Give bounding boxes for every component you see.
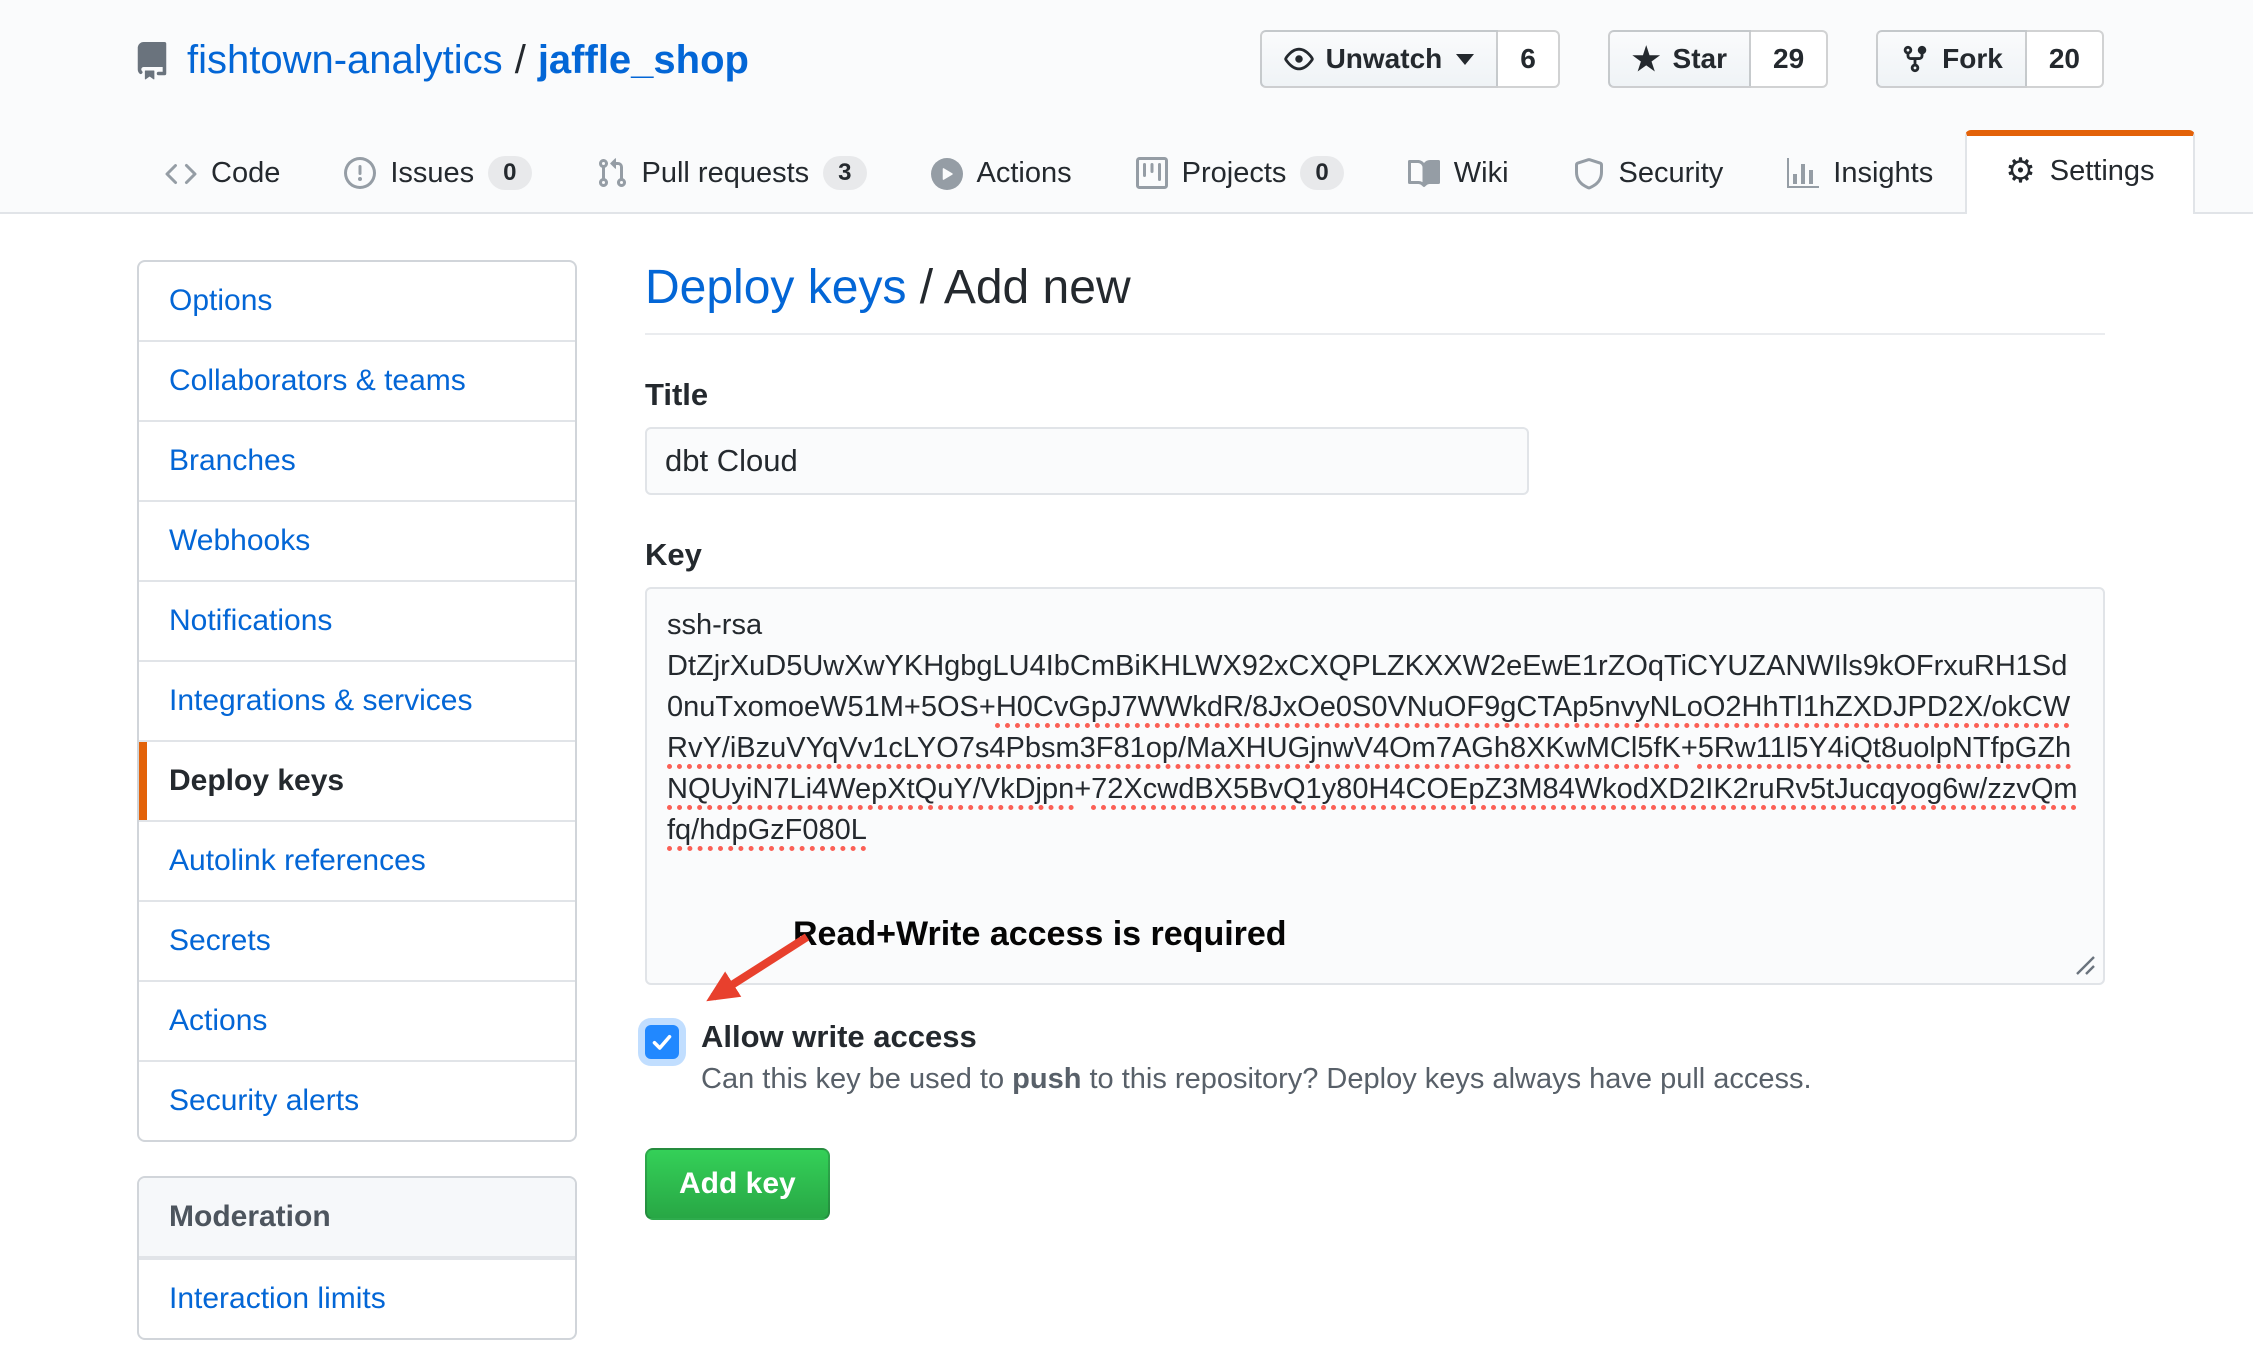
fork-button[interactable]: Fork [1876, 30, 2027, 88]
star-button[interactable]: ★ Star [1608, 30, 1751, 88]
sidebar-item-branches[interactable]: Branches [139, 420, 575, 500]
sidebar-item-interaction-limits[interactable]: Interaction limits [139, 1258, 575, 1338]
allow-write-description: Can this key be used to push to this rep… [701, 1063, 1812, 1096]
projects-count-badge: 0 [1300, 156, 1343, 190]
allow-write-label[interactable]: Allow write access [701, 1019, 1812, 1055]
stargazers-count[interactable]: 29 [1751, 30, 1828, 88]
tab-settings[interactable]: ⚙︎ Settings [1965, 130, 2194, 214]
repo-tabs: Code Issues 0 Pull requests 3 Actions Pr… [133, 130, 2195, 214]
moderation-section: Moderation Interaction limits [137, 1176, 577, 1340]
pull-request-icon [596, 157, 628, 189]
tab-insights[interactable]: Insights [1755, 133, 1965, 214]
fork-button-group: Fork 20 [1876, 30, 2104, 88]
graph-icon [1787, 158, 1819, 190]
title-label: Title [645, 377, 2105, 413]
book-icon [1408, 158, 1440, 190]
repo-icon [133, 42, 171, 80]
title-separator: / [906, 261, 943, 314]
issues-count-badge: 0 [488, 156, 531, 190]
annotation-read-write: Read+Write access is required [793, 915, 1287, 954]
breadcrumb-owner-link[interactable]: fishtown-analytics [187, 38, 503, 83]
allow-write-checkbox[interactable] [645, 1025, 679, 1059]
fork-label: Fork [1942, 43, 2003, 75]
star-label: Star [1673, 43, 1727, 75]
pull-requests-count-badge: 3 [823, 156, 866, 190]
tab-security[interactable]: Security [1541, 133, 1756, 214]
shield-icon [1573, 158, 1605, 190]
unwatch-button[interactable]: Unwatch [1260, 30, 1499, 88]
checkmark-icon [650, 1030, 674, 1054]
gear-icon: ⚙︎ [2005, 154, 2035, 188]
breadcrumb-separator: / [515, 38, 526, 83]
play-icon [931, 158, 963, 190]
page-title: Deploy keys / Add new [645, 260, 2105, 335]
moderation-header: Moderation [139, 1178, 575, 1258]
code-icon [165, 158, 197, 190]
issue-opened-icon [344, 157, 376, 189]
sidebar-item-notifications[interactable]: Notifications [139, 580, 575, 660]
resize-handle-icon[interactable] [2073, 953, 2097, 977]
sidebar-item-collaborators-teams[interactable]: Collaborators & teams [139, 340, 575, 420]
tab-wiki[interactable]: Wiki [1376, 133, 1541, 214]
project-icon [1136, 157, 1168, 189]
tab-pull-requests[interactable]: Pull requests 3 [564, 132, 899, 214]
tab-actions[interactable]: Actions [899, 133, 1104, 214]
repo-action-buttons: Unwatch 6 ★ Star 29 Fork 20 [1260, 30, 2104, 88]
breadcrumb: fishtown-analytics / jaffle_shop [133, 38, 749, 83]
title-input[interactable] [645, 427, 1529, 495]
sidebar-item-security-alerts[interactable]: Security alerts [139, 1060, 575, 1140]
settings-sidebar: Options Collaborators & teams Branches W… [137, 260, 577, 1142]
main-content: Deploy keys / Add new Title Key ssh-rsa … [645, 260, 2105, 1340]
sidebar-item-integrations-services[interactable]: Integrations & services [139, 660, 575, 740]
watch-button-group: Unwatch 6 [1260, 30, 1560, 88]
caret-down-icon [1456, 54, 1474, 65]
repo-header: fishtown-analytics / jaffle_shop Unwatch… [0, 0, 2253, 214]
tab-code[interactable]: Code [133, 133, 312, 214]
fork-icon [1900, 44, 1930, 74]
title-current: Add new [944, 261, 1131, 314]
sidebar-item-deploy-keys[interactable]: Deploy keys [139, 740, 575, 820]
watchers-count[interactable]: 6 [1498, 30, 1560, 88]
sidebar-item-options[interactable]: Options [139, 262, 575, 340]
forks-count[interactable]: 20 [2027, 30, 2104, 88]
sidebar-item-secrets[interactable]: Secrets [139, 900, 575, 980]
sidebar-item-webhooks[interactable]: Webhooks [139, 500, 575, 580]
sidebar-item-autolink-references[interactable]: Autolink references [139, 820, 575, 900]
unwatch-label: Unwatch [1326, 43, 1443, 75]
tab-issues[interactable]: Issues 0 [312, 132, 563, 214]
key-label: Key [645, 537, 2105, 573]
deploy-keys-link[interactable]: Deploy keys [645, 261, 906, 314]
star-icon: ★ [1632, 43, 1661, 75]
add-key-button[interactable]: Add key [645, 1148, 830, 1220]
breadcrumb-repo-link[interactable]: jaffle_shop [538, 38, 749, 83]
sidebar-item-actions[interactable]: Actions [139, 980, 575, 1060]
eye-icon [1284, 44, 1314, 74]
tab-projects[interactable]: Projects 0 [1104, 132, 1376, 214]
star-button-group: ★ Star 29 [1608, 30, 1828, 88]
